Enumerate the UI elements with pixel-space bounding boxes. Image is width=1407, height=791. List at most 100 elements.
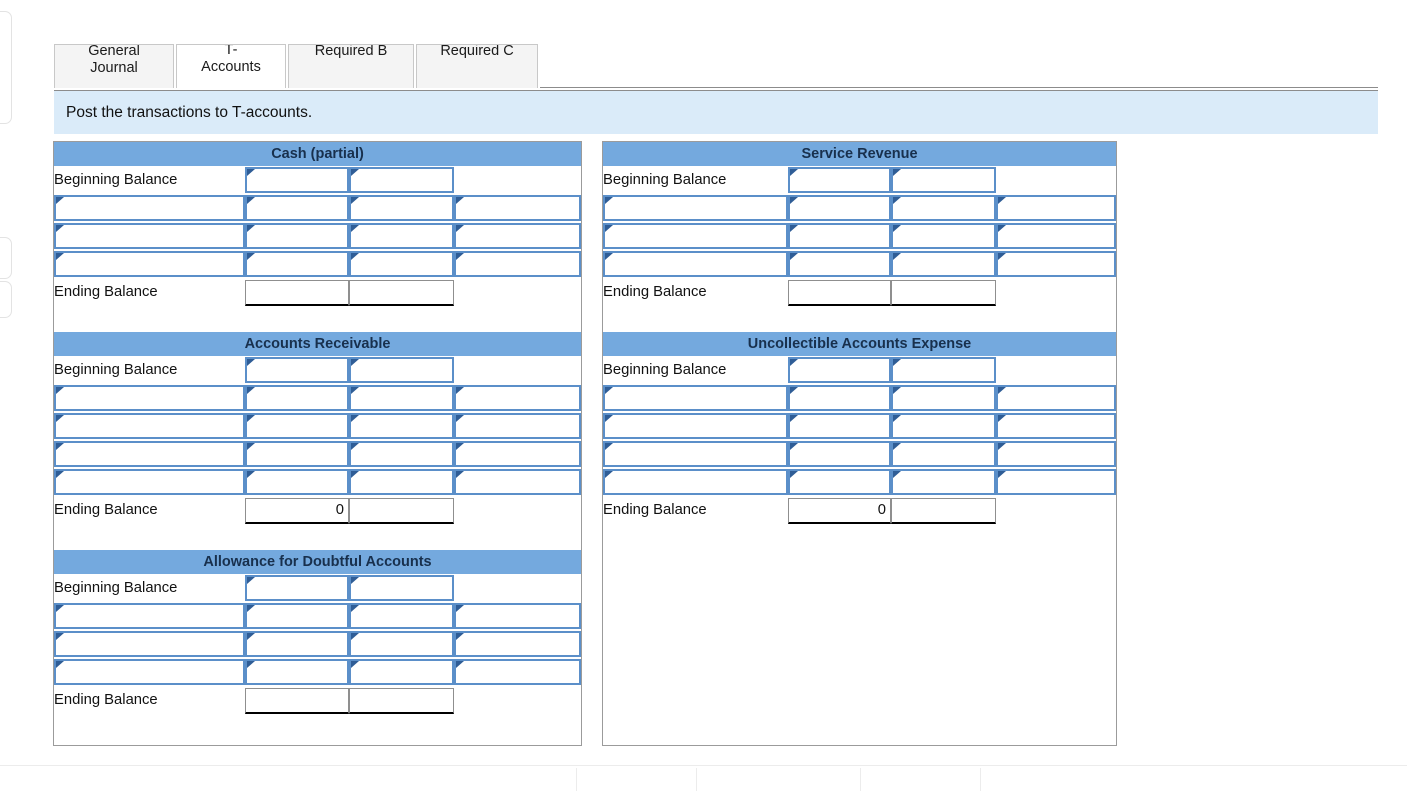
entry-debit-cell[interactable] <box>788 194 891 222</box>
entry-extra-input[interactable] <box>996 413 1117 439</box>
entry-desc-cell[interactable] <box>603 468 788 496</box>
entry-credit-cell[interactable] <box>891 222 996 250</box>
entry-credit-input[interactable] <box>891 441 996 467</box>
beginning-debit-input[interactable] <box>245 167 349 193</box>
entry-credit-cell[interactable] <box>349 194 454 222</box>
entry-extra-cell[interactable] <box>454 384 581 412</box>
entry-desc-input[interactable] <box>603 251 788 277</box>
entry-desc-cell[interactable] <box>54 250 245 278</box>
entry-extra-input[interactable] <box>996 223 1117 249</box>
entry-desc-cell[interactable] <box>54 630 245 658</box>
entry-extra-cell[interactable] <box>996 222 1117 250</box>
entry-debit-input[interactable] <box>245 659 349 685</box>
entry-credit-cell[interactable] <box>891 440 996 468</box>
entry-debit-cell[interactable] <box>245 412 349 440</box>
entry-desc-input[interactable] <box>54 603 245 629</box>
entry-extra-input[interactable] <box>996 385 1117 411</box>
entry-extra-cell[interactable] <box>996 384 1117 412</box>
entry-extra-input[interactable] <box>454 631 581 657</box>
entry-extra-input[interactable] <box>996 195 1117 221</box>
entry-debit-cell[interactable] <box>245 630 349 658</box>
entry-debit-input[interactable] <box>245 223 349 249</box>
entry-debit-cell[interactable] <box>245 250 349 278</box>
entry-credit-input[interactable] <box>891 413 996 439</box>
entry-debit-cell[interactable] <box>245 384 349 412</box>
entry-credit-input[interactable] <box>349 659 454 685</box>
entry-desc-input[interactable] <box>54 195 245 221</box>
entry-extra-cell[interactable] <box>454 440 581 468</box>
entry-extra-cell[interactable] <box>454 602 581 630</box>
entry-credit-cell[interactable] <box>891 384 996 412</box>
beginning-debit-input[interactable] <box>245 575 349 601</box>
entry-debit-input[interactable] <box>245 413 349 439</box>
entry-extra-cell[interactable] <box>454 250 582 278</box>
entry-credit-input[interactable] <box>349 603 454 629</box>
entry-desc-input[interactable] <box>54 631 245 657</box>
entry-credit-cell[interactable] <box>349 250 454 278</box>
entry-credit-input[interactable] <box>891 251 996 277</box>
entry-desc-cell[interactable] <box>603 412 788 440</box>
entry-desc-input[interactable] <box>603 223 788 249</box>
tab-required-b[interactable]: Required B <box>288 44 414 88</box>
entry-desc-cell[interactable] <box>54 440 245 468</box>
entry-desc-input[interactable] <box>54 413 245 439</box>
entry-extra-cell[interactable] <box>996 194 1117 222</box>
entry-debit-cell[interactable] <box>788 440 891 468</box>
entry-desc-cell[interactable] <box>603 440 788 468</box>
entry-debit-cell[interactable] <box>245 222 349 250</box>
entry-debit-input[interactable] <box>788 195 891 221</box>
entry-debit-cell[interactable] <box>245 468 349 496</box>
entry-desc-cell[interactable] <box>603 222 788 250</box>
beginning-credit-input[interactable] <box>349 357 454 383</box>
entry-credit-cell[interactable] <box>349 602 454 630</box>
beginning-debit-input[interactable] <box>788 167 891 193</box>
entry-credit-input[interactable] <box>349 251 454 277</box>
entry-debit-cell[interactable] <box>245 602 349 630</box>
entry-desc-cell[interactable] <box>54 602 245 630</box>
entry-desc-input[interactable] <box>54 441 245 467</box>
entry-debit-cell[interactable] <box>788 384 891 412</box>
beginning-credit-cell[interactable] <box>891 166 996 194</box>
entry-debit-cell[interactable] <box>788 412 891 440</box>
entry-extra-input[interactable] <box>996 469 1117 495</box>
entry-debit-input[interactable] <box>245 469 349 495</box>
entry-credit-cell[interactable] <box>891 412 996 440</box>
entry-extra-cell[interactable] <box>454 468 581 496</box>
entry-extra-input[interactable] <box>454 223 582 249</box>
entry-desc-input[interactable] <box>603 441 788 467</box>
entry-extra-input[interactable] <box>996 441 1117 467</box>
entry-extra-cell[interactable] <box>996 468 1117 496</box>
entry-extra-cell[interactable] <box>996 440 1117 468</box>
beginning-credit-input[interactable] <box>349 167 454 193</box>
entry-debit-input[interactable] <box>245 195 349 221</box>
entry-debit-input[interactable] <box>788 251 891 277</box>
entry-debit-input[interactable] <box>245 603 349 629</box>
beginning-debit-cell[interactable] <box>245 574 349 602</box>
entry-credit-cell[interactable] <box>891 250 996 278</box>
beginning-credit-cell[interactable] <box>349 356 454 384</box>
entry-debit-cell[interactable] <box>788 222 891 250</box>
beginning-debit-cell[interactable] <box>788 356 891 384</box>
entry-extra-input[interactable] <box>454 659 581 685</box>
entry-credit-cell[interactable] <box>891 468 996 496</box>
entry-extra-cell[interactable] <box>454 630 581 658</box>
entry-desc-input[interactable] <box>54 251 245 277</box>
entry-extra-input[interactable] <box>454 469 581 495</box>
entry-extra-input[interactable] <box>454 195 582 221</box>
beginning-debit-cell[interactable] <box>245 356 349 384</box>
tab-general-journal[interactable]: General Journal <box>54 44 174 88</box>
entry-desc-cell[interactable] <box>54 384 245 412</box>
entry-extra-input[interactable] <box>454 603 581 629</box>
entry-debit-input[interactable] <box>788 385 891 411</box>
entry-credit-input[interactable] <box>349 223 454 249</box>
entry-debit-input[interactable] <box>788 413 891 439</box>
entry-debit-cell[interactable] <box>788 468 891 496</box>
entry-extra-cell[interactable] <box>454 222 582 250</box>
entry-desc-cell[interactable] <box>603 384 788 412</box>
entry-credit-cell[interactable] <box>349 412 454 440</box>
beginning-debit-cell[interactable] <box>245 166 349 194</box>
entry-credit-input[interactable] <box>349 469 454 495</box>
entry-credit-input[interactable] <box>349 441 454 467</box>
entry-credit-input[interactable] <box>349 195 454 221</box>
entry-credit-cell[interactable] <box>349 630 454 658</box>
